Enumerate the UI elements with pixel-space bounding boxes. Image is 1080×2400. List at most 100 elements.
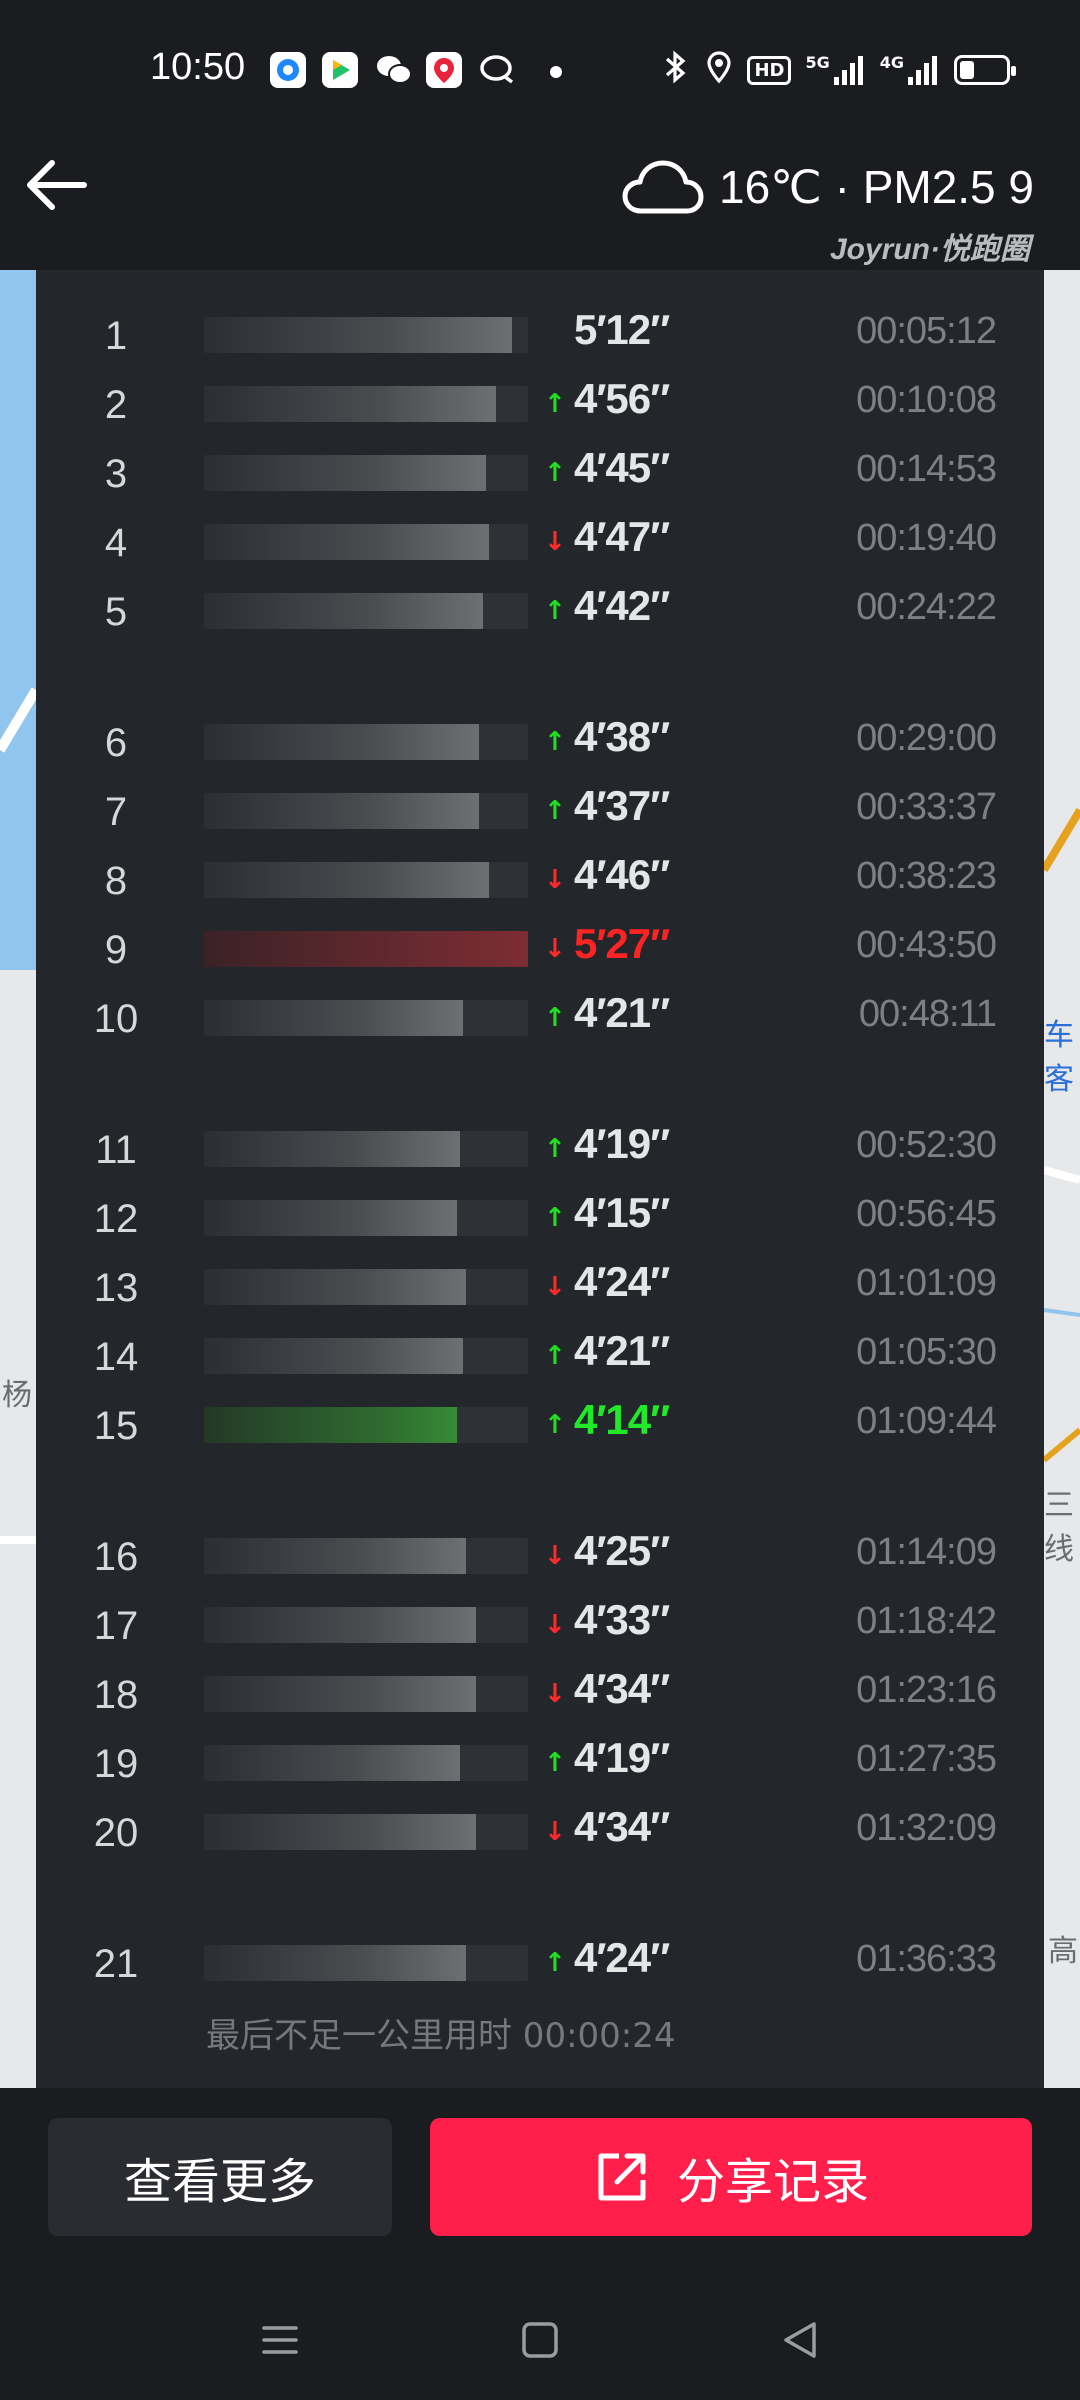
split-row: 12 ↑ 4′15″ 00:56:45: [36, 1189, 1044, 1245]
split-bar-track: [204, 317, 528, 353]
split-pace: 4′37″: [574, 782, 670, 829]
split-bar: [204, 386, 496, 422]
split-cumulative-time: 00:10:08: [856, 379, 997, 421]
split-bar: [204, 793, 480, 829]
arrow-up-icon: ↑: [544, 596, 566, 626]
split-cumulative-time: 01:27:35: [856, 1738, 997, 1780]
split-row: 8 ↓ 4′46″ 00:38:23: [36, 851, 1044, 907]
split-bar: [204, 1338, 464, 1374]
split-bar: [204, 455, 486, 491]
arrow-down-icon: ↓: [544, 865, 566, 895]
header: 16℃ · PM2.5 9 Joyrun·悦跑圈: [0, 140, 1080, 270]
status-time: 10:50: [150, 46, 246, 88]
split-bar: [204, 317, 512, 353]
signal-4g-icon: 4G: [880, 53, 940, 87]
split-bar: [204, 931, 528, 967]
split-bar: [204, 1607, 477, 1643]
more-notifications-dot: [550, 66, 562, 78]
split-bar-track: [204, 724, 528, 760]
split-bar-track: [204, 524, 528, 560]
arrow-left-icon: [27, 160, 87, 210]
back-button[interactable]: [22, 150, 92, 220]
split-row: 1 5′12″ 00:05:12: [36, 306, 1044, 362]
split-row: 13 ↓ 4′24″ 01:01:09: [36, 1258, 1044, 1314]
split-bar: [204, 1407, 457, 1443]
view-more-button[interactable]: 查看更多: [48, 2118, 392, 2236]
split-row: 3 ↑ 4′45″ 00:14:53: [36, 444, 1044, 500]
weather-info: 16℃ · PM2.5 9: [621, 152, 1034, 222]
split-bar-track: [204, 386, 528, 422]
battery-icon: [954, 55, 1016, 85]
weather-text: 16℃ · PM2.5 9: [718, 161, 1034, 213]
split-bar: [204, 724, 480, 760]
split-bar: [204, 1745, 460, 1781]
split-bar: [204, 1200, 457, 1236]
split-pace: 4′24″: [574, 1934, 670, 1981]
split-pace: 4′47″: [574, 513, 670, 560]
brand-logo: Joyrun·悦跑圈: [829, 233, 1030, 266]
split-row: 18 ↓ 4′34″ 01:23:16: [36, 1665, 1044, 1721]
split-bar: [204, 1269, 467, 1305]
back-icon[interactable]: [770, 2310, 830, 2370]
split-cumulative-time: 00:24:22: [856, 586, 997, 628]
split-cumulative-time: 00:05:12: [856, 310, 997, 352]
split-km: 15: [93, 1404, 139, 1448]
arrow-up-icon: ↑: [544, 458, 566, 488]
split-pace: 4′24″: [574, 1258, 670, 1305]
arrow-down-icon: ↓: [544, 527, 566, 557]
split-bar-track: [204, 1538, 528, 1574]
map-label-right-3: 高: [1048, 1934, 1078, 1969]
split-bar-track: [204, 1676, 528, 1712]
arrow-up-icon: ↑: [544, 1341, 566, 1371]
video-player-icon: [322, 52, 358, 88]
split-cumulative-time: 01:14:09: [856, 1531, 997, 1573]
arrow-up-icon: ↑: [544, 1003, 566, 1033]
split-km: 18: [93, 1673, 139, 1717]
split-pace: 4′34″: [574, 1803, 670, 1850]
split-km: 5: [104, 590, 128, 634]
split-bar-track: [204, 593, 528, 629]
split-bar: [204, 1000, 464, 1036]
split-km: 3: [104, 452, 128, 496]
arrow-up-icon: ↑: [544, 1203, 566, 1233]
split-pace: 4′15″: [574, 1189, 670, 1236]
chat-bubble-icon: [478, 52, 514, 88]
arrow-up-icon: ↑: [544, 1410, 566, 1440]
split-cumulative-time: 00:38:23: [856, 855, 997, 897]
menu-icon[interactable]: [250, 2310, 310, 2370]
split-bar-track: [204, 862, 528, 898]
split-cumulative-time: 00:19:40: [856, 517, 997, 559]
split-row: 16 ↓ 4′25″ 01:14:09: [36, 1527, 1044, 1583]
split-row: 20 ↓ 4′34″ 01:32:09: [36, 1803, 1044, 1859]
system-nav-bar: [0, 2290, 1080, 2380]
split-pace: 5′27″: [574, 920, 670, 967]
map-label-left: 杨: [2, 1378, 32, 1413]
split-bar-track: [204, 1269, 528, 1305]
arrow-down-icon: ↓: [544, 1679, 566, 1709]
split-pace: 4′56″: [574, 375, 670, 422]
cloud-icon: [622, 160, 704, 214]
split-km: 14: [93, 1335, 139, 1379]
arrow-down-icon: ↓: [544, 1541, 566, 1571]
location-icon: [705, 49, 733, 92]
arrow-down-icon: ↓: [544, 934, 566, 964]
split-bar-track: [204, 1200, 528, 1236]
system-status-icons: HD 5G 4G: [661, 48, 1016, 92]
split-row: 21 ↑ 4′24″ 01:36:33: [36, 1934, 1044, 1990]
arrow-down-icon: ↓: [544, 1272, 566, 1302]
split-cumulative-time: 00:56:45: [856, 1193, 997, 1235]
split-bar-track: [204, 1814, 528, 1850]
split-pace: 4′14″: [574, 1396, 670, 1443]
map-label-right-2: 三线: [1044, 1488, 1074, 1567]
split-bar-track: [204, 931, 528, 967]
split-row: 14 ↑ 4′21″ 01:05:30: [36, 1327, 1044, 1383]
home-icon[interactable]: [510, 2310, 570, 2370]
arrow-up-icon: ↑: [544, 796, 566, 826]
split-cumulative-time: 00:33:37: [856, 786, 997, 828]
split-row: 10 ↑ 4′21″ 00:48:11: [36, 989, 1044, 1045]
split-km: 19: [93, 1742, 139, 1786]
arrow-up-icon: ↑: [544, 389, 566, 419]
splits-panel: 1 5′12″ 00:05:12 2 ↑ 4′56″ 00:10:08 3 ↑ 4′45″ 00:1…: [36, 270, 1044, 2088]
split-pace: 4′33″: [574, 1596, 670, 1643]
share-record-button[interactable]: 分享记录: [430, 2118, 1032, 2236]
